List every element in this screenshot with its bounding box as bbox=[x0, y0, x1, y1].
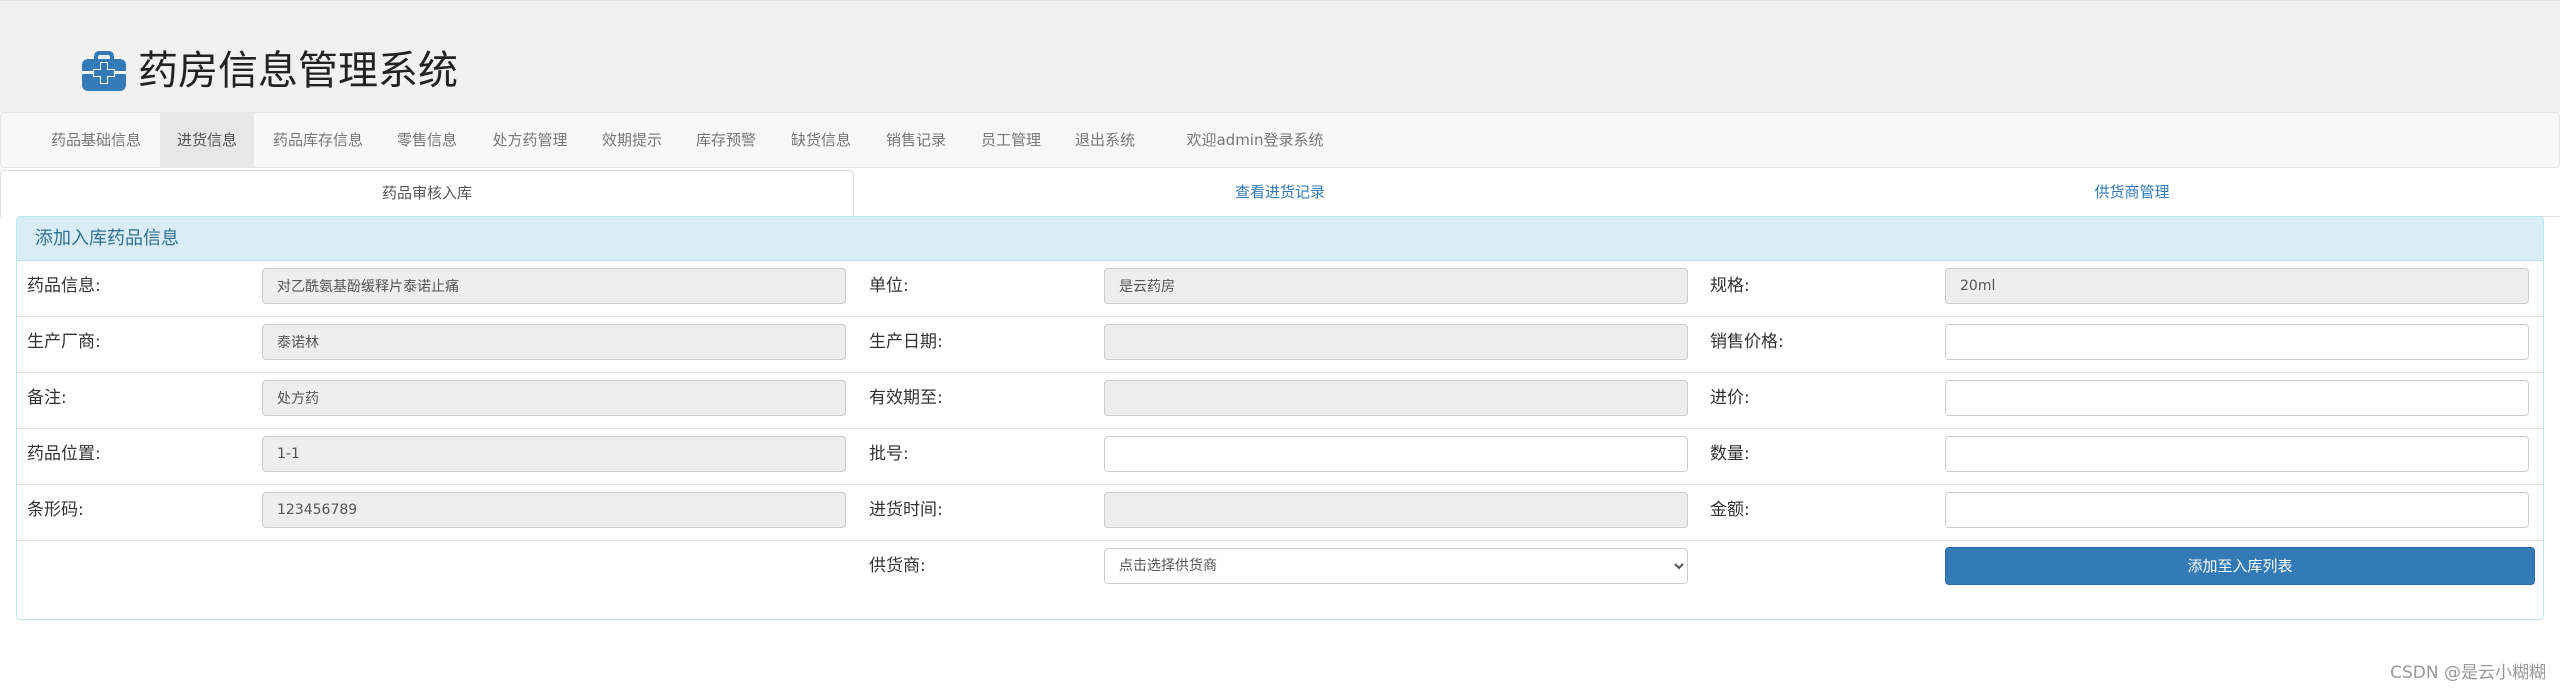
nav-item-retail-info[interactable]: 零售信息 bbox=[383, 113, 471, 167]
purchase-price-label: 进价: bbox=[1710, 388, 1750, 408]
spec-label: 规格: bbox=[1710, 276, 1750, 296]
purchase-price-input[interactable] bbox=[1945, 380, 2529, 416]
location-label: 药品位置: bbox=[27, 444, 101, 464]
tab-drug-review-stock-in[interactable]: 药品审核入库 bbox=[0, 170, 854, 218]
main-navbar: 药品基础信息 进货信息 药品库存信息 零售信息 处方药管理 效期提示 库存预警 … bbox=[0, 112, 2560, 168]
app-title: 药房信息管理系统 bbox=[138, 48, 458, 94]
spec-field[interactable] bbox=[1945, 268, 2529, 304]
nav-item-purchase-info[interactable]: 进货信息 bbox=[160, 113, 254, 167]
drug-info-field[interactable] bbox=[262, 268, 846, 304]
production-date-field[interactable] bbox=[1104, 324, 1688, 360]
sale-price-input[interactable] bbox=[1945, 324, 2529, 360]
nav-item-prescription[interactable]: 处方药管理 bbox=[477, 113, 583, 167]
row-divider bbox=[17, 484, 2543, 485]
remark-label: 备注: bbox=[27, 388, 67, 408]
purchase-time-field[interactable] bbox=[1104, 492, 1688, 528]
sale-price-label: 销售价格: bbox=[1710, 332, 1784, 352]
purchase-time-label: 进货时间: bbox=[869, 500, 943, 520]
tab-purchase-records[interactable]: 查看进货记录 bbox=[854, 170, 1706, 215]
barcode-label: 条形码: bbox=[27, 500, 84, 520]
production-date-label: 生产日期: bbox=[869, 332, 943, 352]
quantity-input[interactable] bbox=[1945, 436, 2529, 472]
row-divider bbox=[17, 540, 2543, 541]
amount-label: 金额: bbox=[1710, 500, 1750, 520]
add-to-stock-in-list-button[interactable]: 添加至入库列表 bbox=[1945, 547, 2535, 585]
supplier-label: 供货商: bbox=[869, 556, 926, 576]
unit-label: 单位: bbox=[869, 276, 909, 296]
expiry-field[interactable] bbox=[1104, 380, 1688, 416]
batch-input[interactable] bbox=[1104, 436, 1688, 472]
nav-item-inventory-info[interactable]: 药品库存信息 bbox=[259, 113, 377, 167]
tab-supplier-management[interactable]: 供货商管理 bbox=[1706, 170, 2558, 215]
row-divider bbox=[17, 372, 2543, 373]
medkit-icon bbox=[82, 51, 126, 91]
amount-input[interactable] bbox=[1945, 492, 2529, 528]
nav-item-logout[interactable]: 退出系统 bbox=[1061, 113, 1149, 167]
remark-field[interactable] bbox=[262, 380, 846, 416]
quantity-label: 数量: bbox=[1710, 444, 1750, 464]
unit-field[interactable] bbox=[1104, 268, 1688, 304]
row-divider bbox=[17, 428, 2543, 429]
watermark: CSDN @是云小糊糊 bbox=[2390, 663, 2546, 683]
location-field[interactable] bbox=[262, 436, 846, 472]
batch-label: 批号: bbox=[869, 444, 909, 464]
nav-item-stock-warning[interactable]: 库存预警 bbox=[681, 113, 771, 167]
nav-item-staff[interactable]: 员工管理 bbox=[967, 113, 1055, 167]
tab-bar: 药品审核入库 查看进货记录 供货商管理 bbox=[0, 170, 2560, 218]
manufacturer-label: 生产厂商: bbox=[27, 332, 101, 352]
expiry-label: 有效期至: bbox=[869, 388, 943, 408]
nav-item-welcome[interactable]: 欢迎admin登录系统 bbox=[1157, 113, 1353, 167]
row-divider bbox=[17, 316, 2543, 317]
nav-item-drug-basic-info[interactable]: 药品基础信息 bbox=[35, 113, 157, 167]
supplier-select[interactable]: 点击选择供货商 bbox=[1104, 548, 1688, 584]
manufacturer-field[interactable] bbox=[262, 324, 846, 360]
nav-item-out-of-stock[interactable]: 缺货信息 bbox=[777, 113, 865, 167]
panel-heading: 添加入库药品信息 bbox=[17, 217, 2543, 261]
panel-title: 添加入库药品信息 bbox=[35, 228, 179, 249]
nav-item-sales-records[interactable]: 销售记录 bbox=[871, 113, 961, 167]
stock-in-form-panel: 添加入库药品信息 药品信息: 单位: 规格: 生产厂商: 生产日期: 销售价格:… bbox=[16, 216, 2544, 620]
drug-info-label: 药品信息: bbox=[27, 276, 101, 296]
app-header: 药房信息管理系统 bbox=[0, 0, 2560, 113]
barcode-field[interactable] bbox=[262, 492, 846, 528]
nav-item-expiry-alert[interactable]: 效期提示 bbox=[589, 113, 675, 167]
